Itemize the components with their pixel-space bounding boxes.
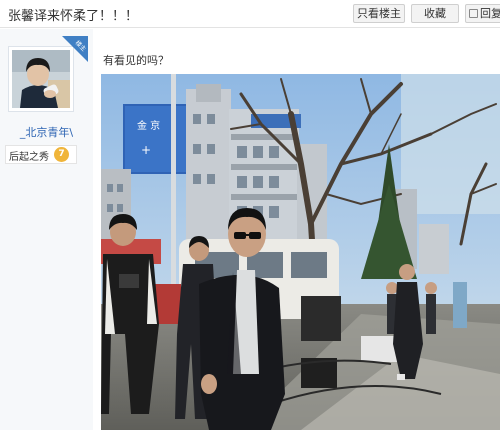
only-op-button[interactable]: 只看楼主 [353, 4, 405, 23]
street-scene-photo: 金 京 + [101, 74, 500, 430]
reply-button-label: 回复 [480, 7, 500, 20]
post-title-bar: 张馨译来怀柔了！！！ 只看楼主 收藏 回复 [0, 0, 500, 28]
post-title: 张馨译来怀柔了！！！ [8, 9, 139, 24]
post-photo[interactable]: 金 京 + [101, 74, 500, 430]
author-sidebar: 楼主 _北京青年\ 后起之秀 7 [0, 29, 93, 430]
post-content-text: 有看见的吗？ [103, 54, 169, 67]
author-level: 后起之秀 7 [5, 145, 77, 164]
level-badge-icon: 7 [54, 147, 69, 162]
author-username[interactable]: _北京青年\ [0, 124, 93, 140]
reply-icon [469, 9, 478, 18]
level-name: 后起之秀 [9, 152, 49, 163]
svg-text:+: + [141, 143, 151, 157]
reply-button[interactable]: 回复 [465, 4, 500, 23]
op-corner-badge: 楼主 [62, 36, 88, 62]
favorite-button[interactable]: 收藏 [411, 4, 459, 23]
svg-text:金 京: 金 京 [137, 119, 160, 132]
